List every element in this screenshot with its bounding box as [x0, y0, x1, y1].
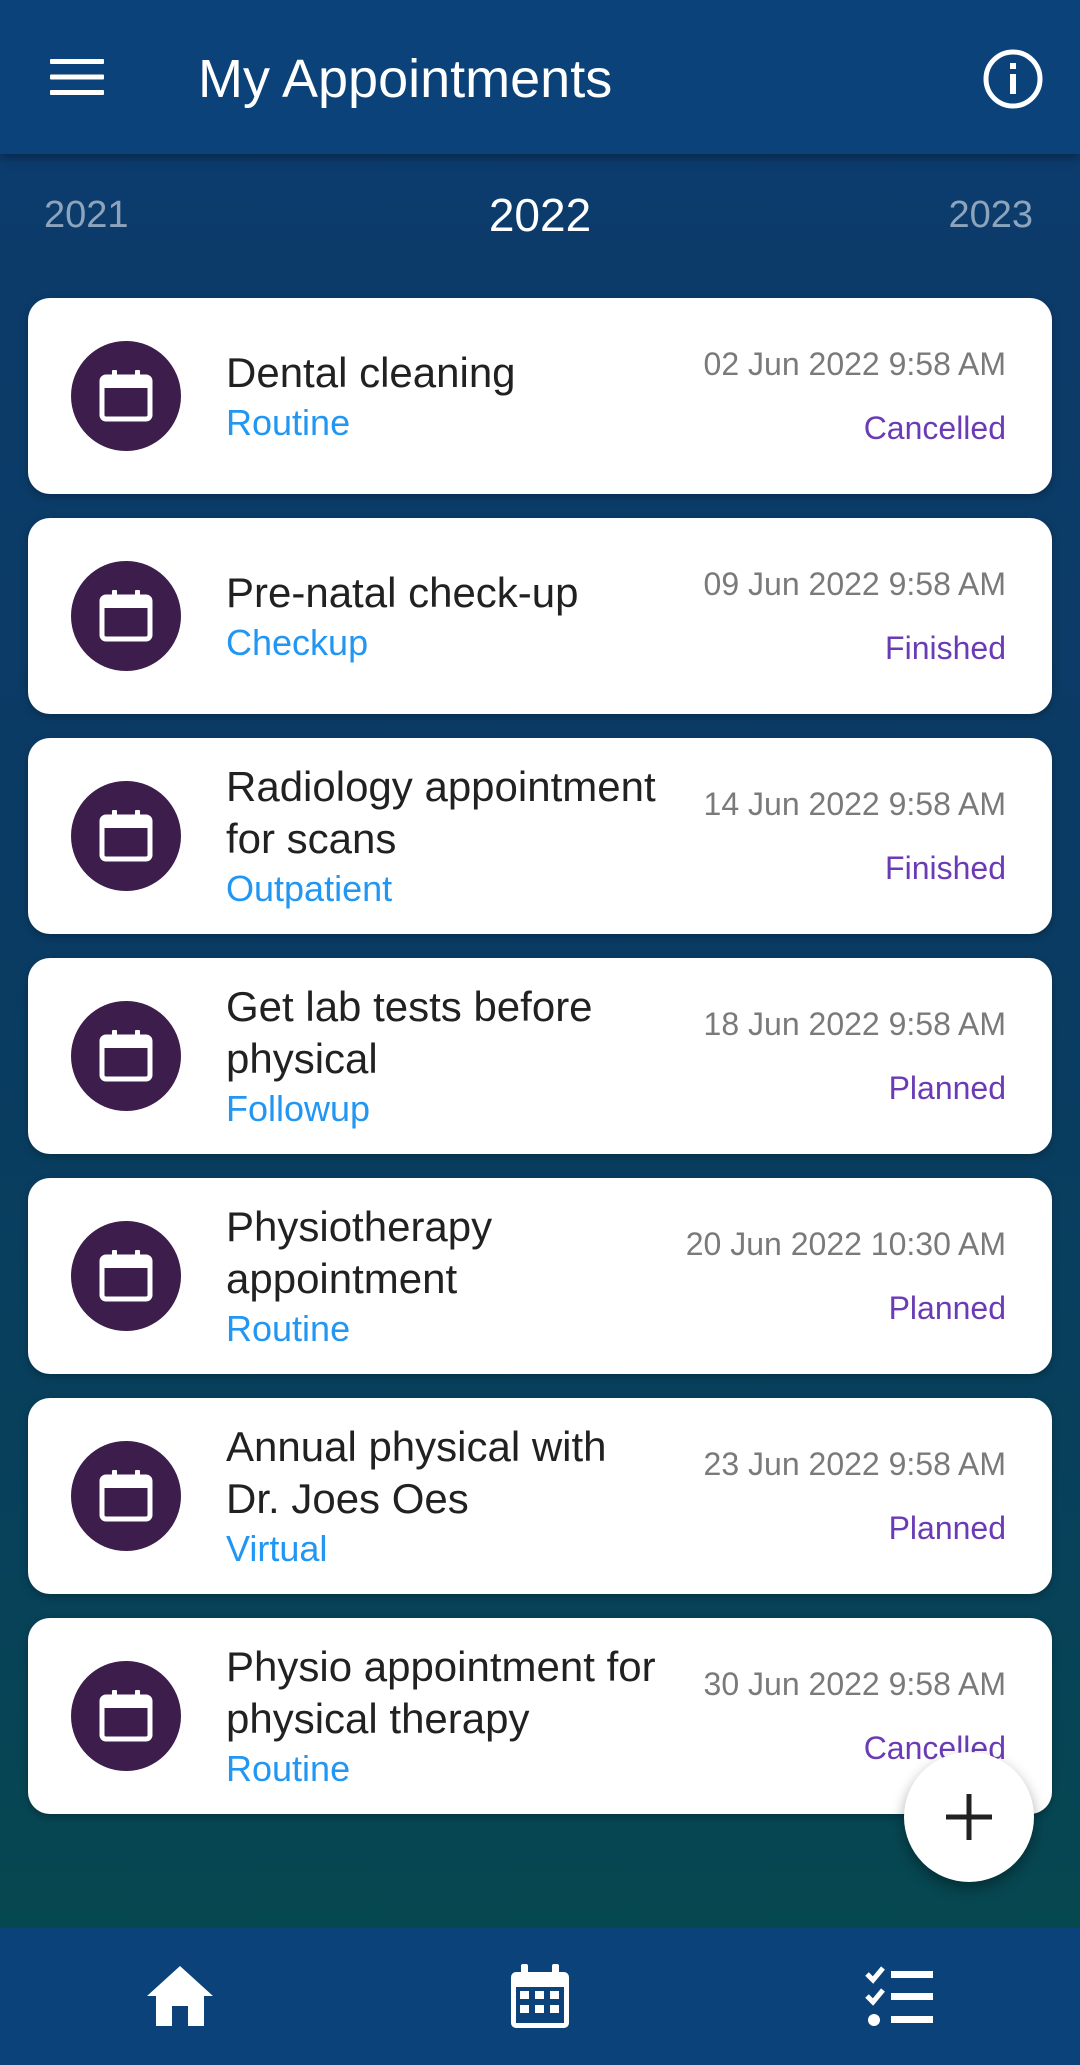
- appointment-icon-circle: [71, 561, 181, 671]
- appointment-type: Routine: [226, 402, 351, 443]
- appointment-card-7[interactable]: Physio appointment for physical therapy …: [28, 1618, 1052, 1814]
- home-icon: [147, 1965, 213, 2026]
- appointment-type: Virtual: [226, 1528, 328, 1569]
- info-button[interactable]: [980, 46, 1046, 112]
- appointment-datetime: 09 Jun 2022 9:58 AM: [703, 566, 1006, 602]
- appointment-status: Planned: [888, 1290, 1006, 1326]
- menu-button[interactable]: [38, 44, 116, 110]
- appointment-icon-circle: [71, 1661, 181, 1771]
- app-bar: My Appointments: [0, 0, 1080, 154]
- appointment-type: Followup: [226, 1088, 371, 1129]
- calendar-icon: [99, 1030, 153, 1082]
- appointment-datetime: 20 Jun 2022 10:30 AM: [685, 1226, 1006, 1262]
- bottom-navigation: [0, 1928, 1080, 2065]
- year-current: 2022: [488, 189, 592, 241]
- year-next[interactable]: 2023: [948, 194, 1033, 237]
- appointment-status: Planned: [888, 1070, 1006, 1106]
- checklist-icon: [865, 1965, 933, 2026]
- appointment-title: Get lab tests before physical: [226, 983, 593, 1082]
- appointment-datetime: 18 Jun 2022 9:58 AM: [703, 1006, 1006, 1042]
- page-title: My Appointments: [198, 49, 613, 109]
- nav-checklist[interactable]: [800, 1928, 1000, 2065]
- appointment-datetime: 23 Jun 2022 9:58 AM: [703, 1446, 1006, 1482]
- appointment-title: Radiology appointment for scans: [226, 763, 656, 862]
- appointment-title: Physio appointment for physical therapy: [226, 1643, 656, 1742]
- calendar-icon: [99, 370, 153, 422]
- appointment-type: Checkup: [226, 622, 369, 663]
- appointment-status: Finished: [885, 630, 1006, 666]
- appointment-icon-circle: [71, 1001, 181, 1111]
- appointment-card-5[interactable]: Physiotherapy appointment Routine 20 Jun…: [28, 1178, 1052, 1374]
- appointment-datetime: 30 Jun 2022 9:58 AM: [703, 1666, 1006, 1702]
- hamburger-menu-icon: [50, 59, 104, 95]
- appointment-title: Dental cleaning: [226, 349, 516, 396]
- appointment-status: Finished: [885, 850, 1006, 886]
- calendar-icon: [99, 590, 153, 642]
- appointment-status: Planned: [888, 1510, 1006, 1546]
- appointment-card-4[interactable]: Get lab tests before physical Followup 1…: [28, 958, 1052, 1154]
- calendar-icon: [99, 1690, 153, 1742]
- appointment-card-6[interactable]: Annual physical with Dr. Joes Oes Virtua…: [28, 1398, 1052, 1594]
- year-selector: 2021 2022 2023: [0, 180, 1080, 260]
- appointment-status: Cancelled: [863, 410, 1006, 446]
- info-circle-icon: [983, 49, 1043, 109]
- appointment-card-1[interactable]: Dental cleaning Routine 02 Jun 2022 9:58…: [28, 298, 1052, 494]
- calendar-icon: [99, 810, 153, 862]
- appointment-card-3[interactable]: Radiology appointment for scans Outpatie…: [28, 738, 1052, 934]
- appointment-title: Annual physical with Dr. Joes Oes: [226, 1423, 607, 1522]
- appointment-card-2[interactable]: Pre-natal check-up Checkup 09 Jun 2022 9…: [28, 518, 1052, 714]
- appointment-datetime: 02 Jun 2022 9:58 AM: [703, 346, 1006, 382]
- appointment-datetime: 14 Jun 2022 9:58 AM: [703, 786, 1006, 822]
- appointment-icon-circle: [71, 1441, 181, 1551]
- nav-calendar[interactable]: [440, 1928, 640, 2065]
- appointment-icon-circle: [71, 1221, 181, 1331]
- appointment-type: Outpatient: [226, 868, 393, 909]
- calendar-icon: [511, 1963, 569, 2028]
- add-appointment-button[interactable]: [904, 1752, 1034, 1882]
- appointment-title: Pre-natal check-up: [226, 569, 579, 616]
- appointment-icon-circle: [71, 341, 181, 451]
- calendar-icon: [99, 1250, 153, 1302]
- year-previous[interactable]: 2021: [44, 194, 129, 237]
- appointment-title: Physiotherapy appointment: [226, 1203, 493, 1302]
- appointment-type: Routine: [226, 1748, 351, 1789]
- appointment-icon-circle: [71, 781, 181, 891]
- calendar-icon: [99, 1470, 153, 1522]
- appointment-type: Routine: [226, 1308, 351, 1349]
- nav-home[interactable]: [80, 1928, 280, 2065]
- plus-icon: [946, 1794, 992, 1840]
